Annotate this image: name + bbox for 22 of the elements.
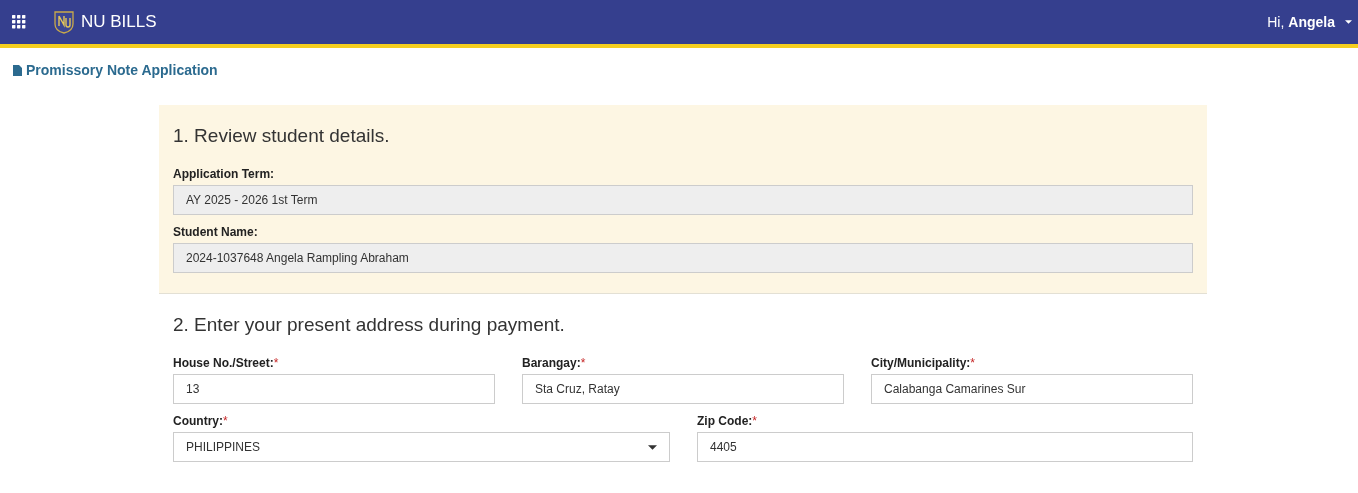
field-label: City/Municipality:*	[871, 356, 976, 370]
caret-icon	[1345, 20, 1352, 24]
page-title: Promissory Note Application	[26, 62, 218, 78]
field-label: Student Name:	[173, 225, 259, 239]
country-dropdown[interactable]: PHILIPPINES	[173, 432, 670, 462]
app-title: NU BILLS	[81, 12, 157, 32]
field-label: Zip Code:*	[697, 414, 758, 428]
field-label: Country:*	[173, 414, 229, 428]
document-icon	[13, 64, 22, 76]
input-field[interactable]: Calabanga Camarines Sur	[871, 374, 1193, 404]
caret-icon	[648, 444, 657, 450]
apps-menu-icon[interactable]	[12, 15, 26, 29]
input-field[interactable]: 13	[173, 374, 495, 404]
section-heading: 2. Enter your present address during payment.	[173, 314, 566, 336]
input-field[interactable]: 4405	[697, 432, 1193, 462]
input-field[interactable]: Sta Cruz, Ratay	[522, 374, 844, 404]
field-label: House No./Street:*	[173, 356, 280, 370]
shield-logo-icon	[53, 10, 75, 34]
field-label: Barangay:*	[522, 356, 587, 370]
section-heading: 1. Review student details.	[173, 125, 391, 147]
field-label: Application Term:	[173, 167, 276, 181]
user-menu[interactable]: Hi, Angela	[1267, 14, 1352, 30]
